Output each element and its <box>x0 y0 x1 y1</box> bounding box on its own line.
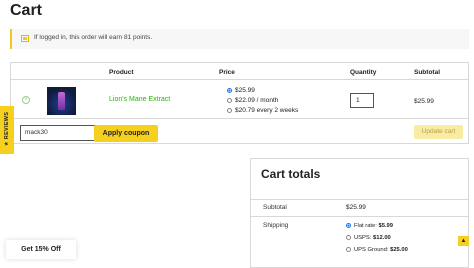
radio-icon[interactable] <box>227 108 232 113</box>
price-option-label: $25.99 <box>235 87 255 94</box>
shipping-option-price: $25.00 <box>390 247 408 253</box>
radio-icon[interactable] <box>346 235 351 240</box>
shipping-option-flat-rate[interactable]: Flat rate: $5.99 <box>346 223 393 229</box>
points-notice: If logged in, this order will earn 81 po… <box>10 29 469 49</box>
radio-selected-icon[interactable] <box>346 223 351 228</box>
shipping-option-name: USPS: <box>354 235 372 241</box>
row-divider <box>11 118 468 119</box>
remove-item-button[interactable]: × <box>22 96 30 104</box>
row-subtotal: $25.99 <box>414 98 434 105</box>
header-divider <box>11 79 468 80</box>
notice-text: If logged in, this order will earn 81 po… <box>34 34 153 41</box>
totals-divider <box>251 216 468 217</box>
shipping-option-ups-ground[interactable]: UPS Ground: $25.00 <box>346 247 408 253</box>
shipping-option-price: $12.00 <box>373 235 391 241</box>
subtotal-label: Subtotal <box>263 204 287 211</box>
shipping-label: Shipping <box>263 222 289 229</box>
shipping-option-price: $5.99 <box>378 223 394 229</box>
bottle-image <box>58 92 65 110</box>
cart-totals-panel: Cart totals Subtotal $25.99 Shipping Fla… <box>250 158 469 268</box>
radio-icon[interactable] <box>227 98 232 103</box>
price-option-label: $22.09 / month <box>235 97 279 104</box>
flag-icon <box>21 35 29 42</box>
page-title: Cart <box>10 2 43 19</box>
shipping-option-name: Flat rate: <box>354 223 377 229</box>
product-name-link[interactable]: Lion's Mane Extract <box>109 96 170 103</box>
header-quantity: Quantity <box>350 69 377 76</box>
radio-selected-icon[interactable] <box>227 88 232 93</box>
reviews-tab[interactable]: ★ REVIEWS <box>0 106 14 154</box>
shipping-option-name: UPS Ground: <box>354 247 389 253</box>
quantity-input[interactable]: 1 <box>350 93 374 108</box>
price-option-label: $20.79 every 2 weeks <box>235 107 299 114</box>
cart-table: Product Price Quantity Subtotal × Lion's… <box>10 62 469 144</box>
coupon-code-input[interactable]: mack30 <box>20 125 100 141</box>
header-price: Price <box>219 69 235 76</box>
product-thumbnail[interactable] <box>47 87 76 115</box>
scroll-to-top-button[interactable]: ▲ <box>458 236 469 246</box>
price-option-one-time[interactable]: $25.99 <box>227 87 255 94</box>
get-discount-button[interactable]: Get 15% Off <box>6 240 76 259</box>
apply-coupon-button[interactable]: Apply coupon <box>94 125 158 142</box>
shipping-option-usps[interactable]: USPS: $12.00 <box>346 235 391 241</box>
header-subtotal: Subtotal <box>414 69 440 76</box>
cart-totals-title: Cart totals <box>261 167 321 181</box>
totals-divider <box>251 199 468 200</box>
radio-icon[interactable] <box>346 247 351 252</box>
subtotal-value: $25.99 <box>346 204 366 211</box>
price-option-biweekly[interactable]: $20.79 every 2 weeks <box>227 107 298 114</box>
update-cart-button[interactable]: Update cart <box>414 125 463 139</box>
reviews-tab-label: ★ REVIEWS <box>4 111 10 147</box>
header-product: Product <box>109 69 134 76</box>
price-option-monthly[interactable]: $22.09 / month <box>227 97 278 104</box>
